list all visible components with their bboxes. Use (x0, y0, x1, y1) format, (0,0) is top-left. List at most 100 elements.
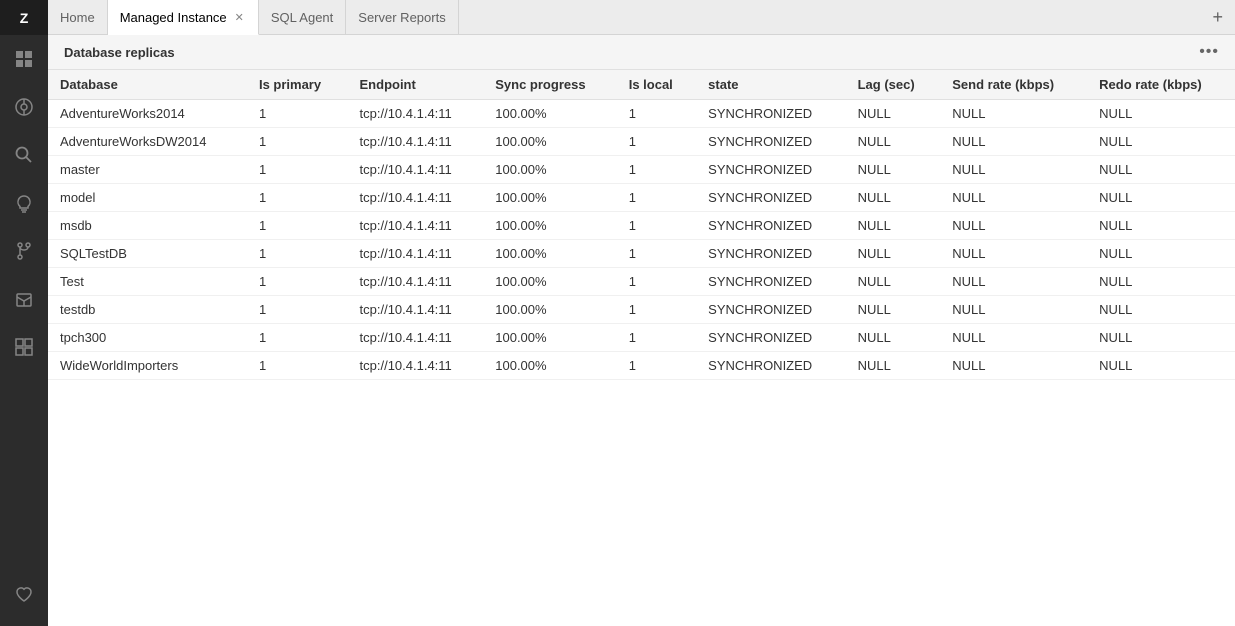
app-logo: Z (0, 0, 48, 35)
panel-header: Database replicas ••• (48, 35, 1235, 70)
cell-r1-c7: NULL (940, 128, 1087, 156)
tab-bar: Home Managed Instance ✕ SQL Agent Server… (48, 0, 1235, 35)
table-row[interactable]: model1tcp://10.4.1.4:11100.00%1SYNCHRONI… (48, 184, 1235, 212)
cell-r3-c5: SYNCHRONIZED (696, 184, 845, 212)
cell-r0-c3: 100.00% (483, 100, 616, 128)
cell-r8-c4: 1 (617, 324, 696, 352)
cell-r2-c7: NULL (940, 156, 1087, 184)
cell-r0-c8: NULL (1087, 100, 1235, 128)
cell-r4-c4: 1 (617, 212, 696, 240)
table-row[interactable]: SQLTestDB1tcp://10.4.1.4:11100.00%1SYNCH… (48, 240, 1235, 268)
dashboard-icon[interactable] (0, 35, 48, 83)
packages-icon[interactable] (0, 275, 48, 323)
cell-r5-c2: tcp://10.4.1.4:11 (348, 240, 484, 268)
lightbulb-icon[interactable] (0, 179, 48, 227)
col-header-lag: Lag (sec) (846, 70, 941, 100)
source-control-icon[interactable] (0, 227, 48, 275)
cell-r7-c0: testdb (48, 296, 247, 324)
cell-r6-c7: NULL (940, 268, 1087, 296)
cell-r9-c8: NULL (1087, 352, 1235, 380)
cell-r8-c5: SYNCHRONIZED (696, 324, 845, 352)
cell-r0-c2: tcp://10.4.1.4:11 (348, 100, 484, 128)
cell-r8-c1: 1 (247, 324, 348, 352)
connections-icon[interactable] (0, 83, 48, 131)
cell-r0-c5: SYNCHRONIZED (696, 100, 845, 128)
tab-home[interactable]: Home (48, 0, 108, 35)
cell-r9-c7: NULL (940, 352, 1087, 380)
cell-r6-c2: tcp://10.4.1.4:11 (348, 268, 484, 296)
health-icon[interactable] (0, 570, 48, 618)
cell-r4-c8: NULL (1087, 212, 1235, 240)
main-content: Home Managed Instance ✕ SQL Agent Server… (48, 0, 1235, 626)
cell-r3-c3: 100.00% (483, 184, 616, 212)
cell-r9-c4: 1 (617, 352, 696, 380)
cell-r6-c4: 1 (617, 268, 696, 296)
cell-r6-c0: Test (48, 268, 247, 296)
cell-r2-c5: SYNCHRONIZED (696, 156, 845, 184)
cell-r2-c8: NULL (1087, 156, 1235, 184)
table-row[interactable]: AdventureWorks20141tcp://10.4.1.4:11100.… (48, 100, 1235, 128)
cell-r3-c1: 1 (247, 184, 348, 212)
col-header-redo-rate: Redo rate (kbps) (1087, 70, 1235, 100)
cell-r7-c3: 100.00% (483, 296, 616, 324)
cell-r8-c6: NULL (846, 324, 941, 352)
tab-server-reports[interactable]: Server Reports (346, 0, 458, 35)
cell-r7-c5: SYNCHRONIZED (696, 296, 845, 324)
cell-r1-c3: 100.00% (483, 128, 616, 156)
cell-r4-c1: 1 (247, 212, 348, 240)
cell-r7-c6: NULL (846, 296, 941, 324)
cell-r9-c1: 1 (247, 352, 348, 380)
table-row[interactable]: testdb1tcp://10.4.1.4:11100.00%1SYNCHRON… (48, 296, 1235, 324)
database-replicas-table-container[interactable]: Database Is primary Endpoint Sync progre… (48, 70, 1235, 626)
cell-r6-c6: NULL (846, 268, 941, 296)
cell-r8-c8: NULL (1087, 324, 1235, 352)
cell-r5-c1: 1 (247, 240, 348, 268)
cell-r4-c3: 100.00% (483, 212, 616, 240)
content-area: Database replicas ••• Database Is primar… (48, 35, 1235, 626)
panel-menu-button[interactable]: ••• (1199, 43, 1219, 61)
cell-r1-c4: 1 (617, 128, 696, 156)
cell-r6-c3: 100.00% (483, 268, 616, 296)
cell-r2-c6: NULL (846, 156, 941, 184)
cell-r2-c2: tcp://10.4.1.4:11 (348, 156, 484, 184)
cell-r7-c7: NULL (940, 296, 1087, 324)
table-row[interactable]: AdventureWorksDW20141tcp://10.4.1.4:1110… (48, 128, 1235, 156)
cell-r9-c2: tcp://10.4.1.4:11 (348, 352, 484, 380)
table-row[interactable]: msdb1tcp://10.4.1.4:11100.00%1SYNCHRONIZ… (48, 212, 1235, 240)
extensions-icon[interactable] (0, 323, 48, 371)
cell-r0-c0: AdventureWorks2014 (48, 100, 247, 128)
cell-r7-c1: 1 (247, 296, 348, 324)
table-row[interactable]: Test1tcp://10.4.1.4:11100.00%1SYNCHRONIZ… (48, 268, 1235, 296)
col-header-database: Database (48, 70, 247, 100)
cell-r4-c6: NULL (846, 212, 941, 240)
cell-r9-c5: SYNCHRONIZED (696, 352, 845, 380)
cell-r1-c5: SYNCHRONIZED (696, 128, 845, 156)
activity-bar: Z (0, 0, 48, 626)
cell-r5-c8: NULL (1087, 240, 1235, 268)
col-header-is-local: Is local (617, 70, 696, 100)
cell-r4-c7: NULL (940, 212, 1087, 240)
cell-r5-c0: SQLTestDB (48, 240, 247, 268)
cell-r3-c4: 1 (617, 184, 696, 212)
col-header-send-rate: Send rate (kbps) (940, 70, 1087, 100)
tab-close-managed-instance[interactable]: ✕ (233, 10, 246, 25)
col-header-state: state (696, 70, 845, 100)
database-replicas-table: Database Is primary Endpoint Sync progre… (48, 70, 1235, 380)
table-row[interactable]: tpch3001tcp://10.4.1.4:11100.00%1SYNCHRO… (48, 324, 1235, 352)
cell-r6-c5: SYNCHRONIZED (696, 268, 845, 296)
cell-r9-c3: 100.00% (483, 352, 616, 380)
tab-sql-agent[interactable]: SQL Agent (259, 0, 346, 35)
cell-r7-c8: NULL (1087, 296, 1235, 324)
tab-managed-instance[interactable]: Managed Instance ✕ (108, 0, 259, 35)
table-row[interactable]: master1tcp://10.4.1.4:11100.00%1SYNCHRON… (48, 156, 1235, 184)
cell-r3-c7: NULL (940, 184, 1087, 212)
cell-r4-c2: tcp://10.4.1.4:11 (348, 212, 484, 240)
cell-r0-c4: 1 (617, 100, 696, 128)
search-icon[interactable] (0, 131, 48, 179)
cell-r1-c8: NULL (1087, 128, 1235, 156)
table-row[interactable]: WideWorldImporters1tcp://10.4.1.4:11100.… (48, 352, 1235, 380)
col-header-endpoint: Endpoint (348, 70, 484, 100)
add-tab-button[interactable]: + (1200, 7, 1235, 28)
cell-r0-c1: 1 (247, 100, 348, 128)
cell-r1-c1: 1 (247, 128, 348, 156)
